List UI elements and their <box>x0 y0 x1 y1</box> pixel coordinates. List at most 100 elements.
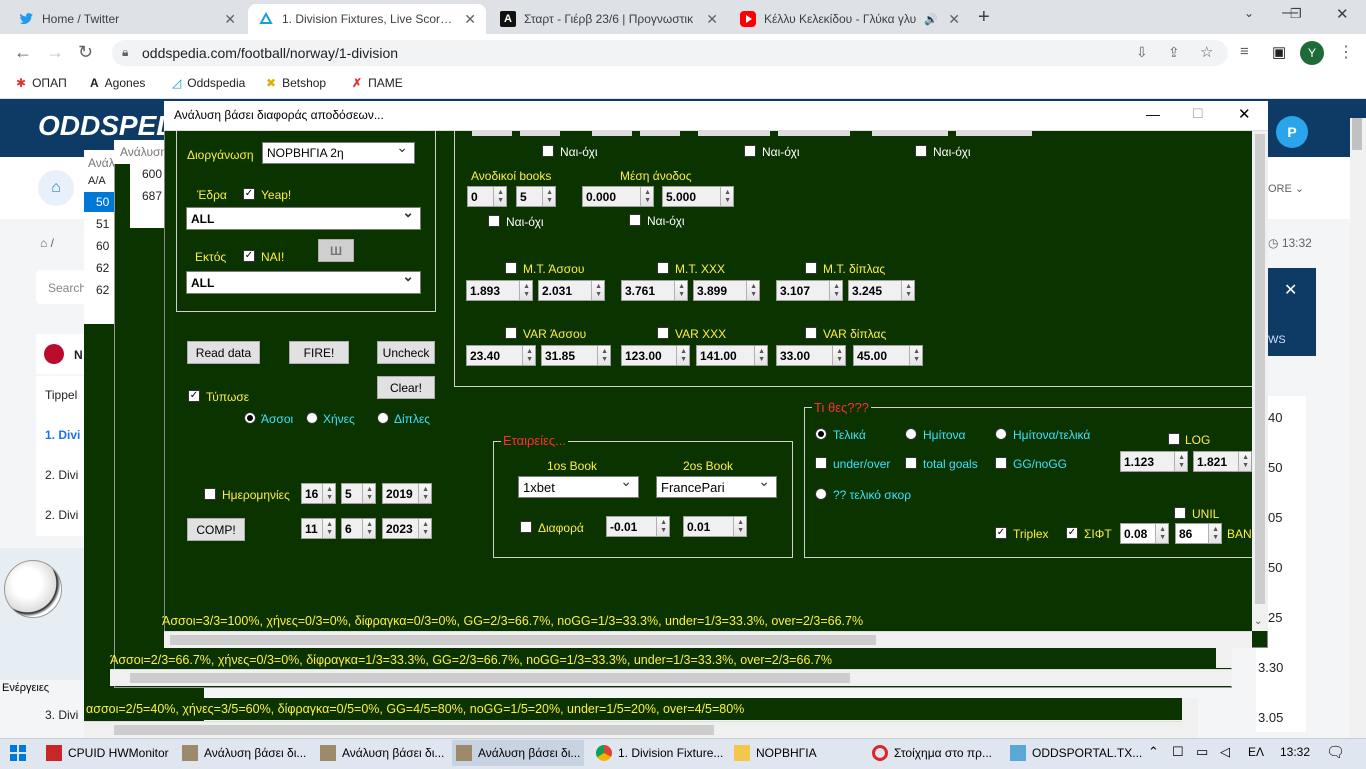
odd-value[interactable]: 05 <box>1268 510 1282 525</box>
print-radio-doubles[interactable] <box>377 412 389 424</box>
diff-max[interactable]: 0.01 ▲ ▼ <box>683 516 747 537</box>
menu-icon[interactable]: ⋮ <box>1338 42 1354 62</box>
odd-value[interactable]: 50 <box>1268 460 1282 475</box>
bookmark-opap[interactable]: ✱ ΟΠΑΠ <box>16 76 67 90</box>
competition-select[interactable]: ΝΟΡΒΗΓΙΑ 2η <box>262 139 415 164</box>
close-window-icon[interactable]: ✕ <box>1336 5 1349 23</box>
bookmark-oddspedia[interactable]: ◿ Oddspedia <box>172 76 245 90</box>
away-checkbox[interactable]: ✓ <box>243 250 255 262</box>
home-select[interactable]: ALL <box>186 204 421 230</box>
taskbar-item[interactable]: Στοίχημα στο πρ... <box>872 740 992 766</box>
taskbar-item[interactable]: Ανάλυση βάσει δι... <box>320 740 444 766</box>
tab-agones[interactable]: A Σταρτ - Γιέρβ 23/6 | Προγνωστικ ✕ <box>490 4 728 34</box>
date-to-day[interactable]: 11 ▲ ▼ <box>301 518 336 539</box>
clipped-field[interactable] <box>520 131 560 136</box>
new-tab-button[interactable]: + <box>978 6 990 29</box>
home-checkbox[interactable]: ✓ <box>243 188 255 200</box>
close-icon[interactable]: ✕ <box>464 11 476 28</box>
league-item[interactable]: Tippel <box>45 388 77 402</box>
league-item[interactable]: 2. Divi <box>45 468 78 482</box>
comp-button[interactable]: COMP! <box>187 518 245 541</box>
avg-double-min[interactable]: 3.107 ▲ ▼ <box>776 280 843 301</box>
taskbar-item[interactable]: ΝΟΡΒΗΓΙΑ <box>734 740 817 766</box>
page-scrollbar[interactable] <box>1350 118 1366 738</box>
date-from-year[interactable]: 2019 ▲ ▼ <box>382 483 432 504</box>
windows-start-icon[interactable] <box>10 745 26 761</box>
avg-rise-max[interactable]: 5.000 ▲ ▼ <box>662 186 734 207</box>
avg-double-checkbox[interactable] <box>805 262 817 274</box>
back-hscroll[interactable] <box>84 721 1182 738</box>
bet-radio-final[interactable] <box>815 428 827 440</box>
odd-value[interactable]: 25 <box>1268 610 1282 625</box>
totalgoals-checkbox[interactable] <box>905 457 917 469</box>
rising-books-max[interactable]: 5 ▲ ▼ <box>516 186 556 207</box>
mid-vscroll[interactable] <box>1216 648 1232 668</box>
close-icon[interactable]: ✕ <box>706 11 718 28</box>
sift-min[interactable]: 0.08 ▲ ▼ <box>1120 523 1169 544</box>
display-icon[interactable]: ▭ <box>1196 744 1208 760</box>
volume-icon[interactable]: ◁ <box>1220 744 1230 760</box>
page-scrollbar-thumb[interactable] <box>1352 118 1362 150</box>
hscroll-thumb[interactable] <box>114 725 714 735</box>
maximize-icon[interactable]: ☐ <box>1192 106 1204 122</box>
avg-double-max[interactable]: 3.245 ▲ ▼ <box>848 280 915 301</box>
hscroll-thumb[interactable] <box>130 673 850 683</box>
clear-button[interactable]: Clear! <box>377 376 435 399</box>
clipped-field[interactable] <box>640 131 680 136</box>
diff-min[interactable]: -0.01 ▲ ▼ <box>606 516 670 537</box>
back-icon[interactable]: ← <box>14 42 32 63</box>
odd-value[interactable]: 3.05 <box>1258 710 1283 725</box>
var-ace-checkbox[interactable] <box>505 327 517 339</box>
bookmark-agones[interactable]: A Agones <box>90 76 145 90</box>
clipped-field[interactable] <box>472 131 512 136</box>
var-double-min[interactable]: 33.00 ▲ ▼ <box>776 345 846 366</box>
print-radio-geese[interactable] <box>306 412 318 424</box>
rising-books-min[interactable]: 0 ▲ ▼ <box>467 186 507 207</box>
tab-search-icon[interactable]: ⌄ <box>1244 6 1254 20</box>
avg-draw-min[interactable]: 3.761 ▲ ▼ <box>621 280 688 301</box>
avg-ace-checkbox[interactable] <box>505 262 517 274</box>
var-double-checkbox[interactable] <box>805 327 817 339</box>
restore-window-icon[interactable]: ❐ <box>1290 6 1302 22</box>
avg-draw-max[interactable]: 3.899 ▲ ▼ <box>693 280 760 301</box>
book1-select[interactable]: 1xbet <box>518 473 639 498</box>
var-draw-min[interactable]: 123.00 ▲ ▼ <box>621 345 690 366</box>
var-draw-checkbox[interactable] <box>657 327 669 339</box>
dialog-hscroll[interactable] <box>164 631 1252 648</box>
close-icon[interactable]: ✕ <box>1238 105 1251 123</box>
avg-rise-min[interactable]: 0.000 ▲ ▼ <box>582 186 654 207</box>
bookmark-pame[interactable]: ✗ ΠΑΜΕ <box>352 76 403 90</box>
league-item[interactable]: 2. Divi <box>45 508 78 522</box>
forward-icon[interactable]: → <box>46 42 64 63</box>
odd-value[interactable]: 40 <box>1268 410 1282 425</box>
yesno-checkbox[interactable] <box>488 215 500 227</box>
install-icon[interactable]: ⇩ <box>1136 44 1148 61</box>
yesno-checkbox[interactable] <box>915 145 927 157</box>
bookmark-star-icon[interactable]: ☆ <box>1200 43 1213 61</box>
clipped-field[interactable] <box>872 131 948 136</box>
profile-badge[interactable]: P <box>1276 116 1308 148</box>
var-double-max[interactable]: 45.00 ▲ ▼ <box>853 345 923 366</box>
bet-radio-halftime[interactable] <box>905 428 917 440</box>
log-max[interactable]: 1.821 ▲ ▼ <box>1193 451 1252 472</box>
reading-list-icon[interactable]: ≡ <box>1240 43 1249 60</box>
date-from-day[interactable]: 16 ▲ ▼ <box>301 483 336 504</box>
date-to-year[interactable]: 2023 ▲ ▼ <box>382 518 432 539</box>
odd-value[interactable]: 50 <box>1268 560 1282 575</box>
sift-max[interactable]: 86 ▲ ▼ <box>1175 523 1222 544</box>
log-checkbox[interactable] <box>1168 433 1180 445</box>
dialog-vscroll-thumb[interactable] <box>1255 134 1265 604</box>
triplex-checkbox[interactable]: ✓ <box>995 527 1007 539</box>
speaker-icon[interactable]: 🔊 <box>924 13 938 26</box>
taskbar-item-active[interactable]: Ανάλυση βάσει δι... <box>452 740 585 766</box>
league-item-active[interactable]: 1. Divi <box>45 428 80 442</box>
mid-hscroll[interactable] <box>110 669 1232 686</box>
clipped-field[interactable] <box>592 131 632 136</box>
print-radio-aces[interactable] <box>244 412 256 424</box>
taskbar-item[interactable]: CPUID HWMonitor <box>46 740 169 766</box>
unil-checkbox[interactable] <box>1174 507 1186 519</box>
clipped-field[interactable] <box>956 131 1032 136</box>
bookmark-betshop[interactable]: ✖ Betshop <box>266 76 326 90</box>
date-to-month[interactable]: 6 ▲ ▼ <box>341 518 376 539</box>
home-icon[interactable]: ⌂ <box>38 170 74 206</box>
